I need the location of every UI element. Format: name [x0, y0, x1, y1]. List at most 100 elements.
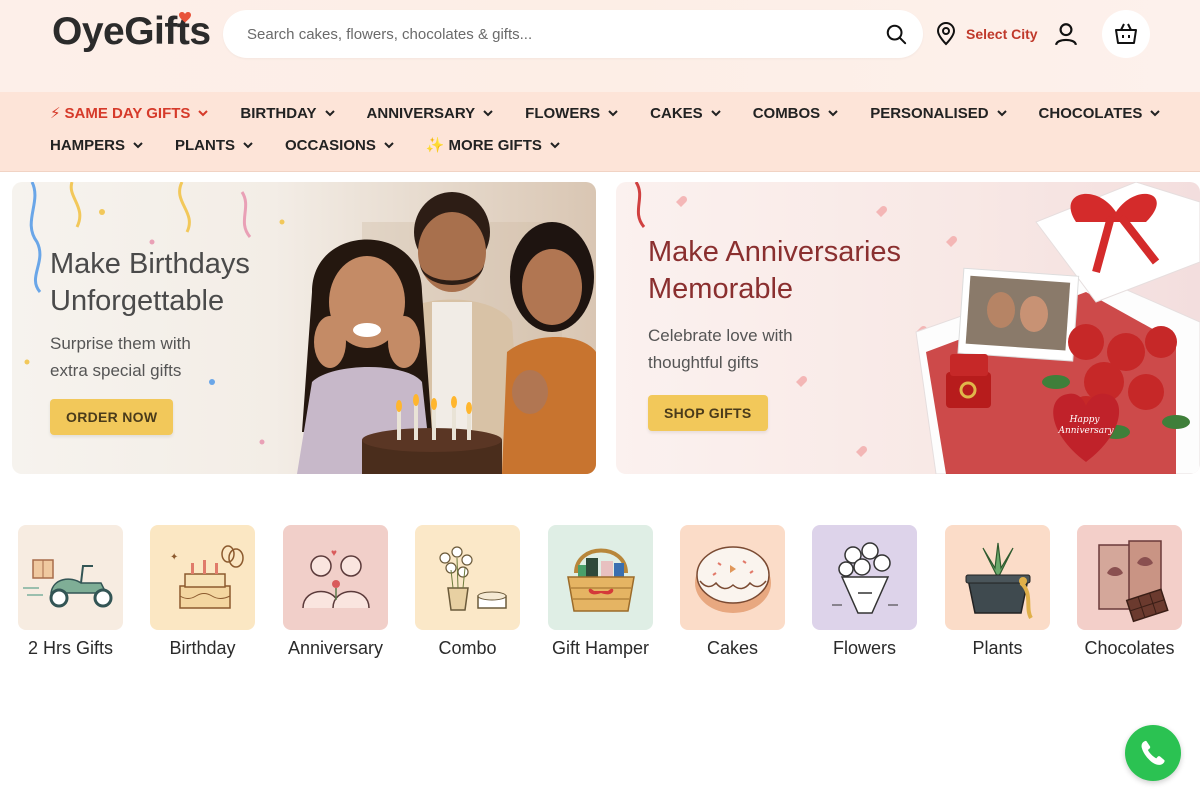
category-flowers[interactable]: Flowers [812, 525, 918, 658]
couple-icon: ♥ [283, 525, 388, 630]
banner-subtitle: Surprise them with extra special gifts [50, 330, 250, 384]
nav-item-combos[interactable]: COMBOS [753, 104, 839, 122]
bouquet-icon [812, 525, 917, 630]
category-cakes[interactable]: Cakes [680, 525, 786, 658]
user-account-icon[interactable] [1053, 21, 1079, 47]
nav-label: MORE GIFTS [448, 136, 542, 154]
search-icon[interactable] [883, 21, 909, 47]
chevron-down-icon [828, 109, 838, 116]
gift-basket-icon [548, 525, 653, 630]
banner-title-line: Unforgettable [50, 285, 225, 317]
nav-row-2: HAMPERS PLANTS OCCASIONS ✨ MORE GIFTS [50, 136, 560, 154]
banner-title-line: Make Birthdays [50, 248, 250, 280]
select-city-button[interactable]: Select City [936, 22, 1038, 46]
chevron-down-icon [483, 109, 493, 116]
anniversary-banner[interactable]: Happy Anniversary Make Anniversaries Mem… [616, 182, 1200, 474]
category-nav: ⚡ SAME DAY GIFTS BIRTHDAY ANNIVERSARY FL… [0, 92, 1200, 172]
nav-item-plants[interactable]: PLANTS [175, 136, 253, 154]
category-2-hrs-gifts[interactable]: 2 Hrs Gifts [18, 525, 124, 658]
chevron-down-icon [198, 109, 209, 116]
tag-line: Anniversary [1057, 426, 1114, 436]
nav-item-occasions[interactable]: OCCASIONS [285, 136, 394, 154]
shopping-bag-icon [1115, 23, 1137, 44]
order-now-button[interactable]: ORDER NOW [50, 399, 174, 435]
nav-label: ANNIVERSARY [366, 104, 476, 122]
category-plants[interactable]: Plants [945, 525, 1051, 658]
category-label: 2 Hrs Gifts [27, 638, 113, 658]
search-input[interactable] [247, 25, 883, 43]
chevron-down-icon [324, 109, 335, 116]
svg-text:✦: ✦ [170, 552, 178, 563]
search-bar [223, 10, 923, 58]
category-gift-hamper[interactable]: Gift Hamper [548, 525, 654, 658]
category-combo[interactable]: Combo [415, 525, 521, 658]
nav-label: HAMPERS [50, 136, 126, 154]
nav-item-personalised[interactable]: PERSONALISED [870, 104, 1007, 122]
chevron-down-icon [550, 141, 560, 148]
tag-line: Happy [1069, 415, 1101, 425]
chevron-down-icon [996, 109, 1007, 116]
nav-label: PERSONALISED [870, 104, 989, 122]
banner-subtitle: Celebrate love with thoughtful gifts [648, 322, 848, 376]
chevron-down-icon [608, 109, 618, 116]
delivery-scooter-icon [18, 525, 123, 630]
chevron-down-icon [1150, 109, 1161, 116]
site-logo[interactable]: OyeGifts [52, 10, 211, 54]
whatsapp-chat-button[interactable] [1125, 725, 1181, 781]
lightning-icon: ⚡ [50, 105, 61, 122]
nav-item-hampers[interactable]: HAMPERS [50, 136, 143, 154]
nav-item-same-day-gifts[interactable]: ⚡ SAME DAY GIFTS [50, 104, 209, 122]
select-city-label: Select City [966, 26, 1038, 42]
logo-heart-icon [179, 12, 191, 23]
birthday-banner[interactable]: Make Birthdays Unforgettable Surprise th… [12, 182, 596, 474]
banner-subtitle-line: thoughtful gifts [648, 353, 759, 372]
potted-plant-icon [945, 525, 1050, 630]
flower-vase-cake-icon [415, 525, 520, 630]
banner-title-line: Memorable [648, 273, 794, 305]
category-label: Gift Hamper [551, 638, 650, 658]
nav-label: CHOCOLATES [1038, 104, 1143, 122]
nav-item-more-gifts[interactable]: ✨ MORE GIFTS [426, 136, 560, 154]
location-pin-icon [936, 22, 956, 46]
nav-label: OCCASIONS [285, 136, 376, 154]
nav-label: CAKES [650, 104, 703, 122]
banner-title-line: Make Anniversaries [648, 236, 902, 268]
category-label: Flowers [832, 638, 896, 658]
nav-label: SAME DAY GIFTS [64, 104, 191, 122]
chevron-down-icon [243, 141, 253, 148]
chevron-down-icon [384, 141, 394, 148]
nav-label: COMBOS [752, 104, 821, 122]
category-label: Combo [438, 638, 497, 658]
sparkles-icon: ✨ [425, 137, 445, 154]
nav-item-cakes[interactable]: CAKES [650, 104, 721, 122]
site-header: OyeGifts Select City [0, 0, 1200, 92]
category-tiles: 2 Hrs Gifts ✦ Birthday ♥ Anniversary Com… [18, 525, 1188, 665]
category-birthday[interactable]: ✦ Birthday [150, 525, 256, 658]
nav-item-birthday[interactable]: BIRTHDAY [240, 104, 335, 122]
nav-item-anniversary[interactable]: ANNIVERSARY [367, 104, 494, 122]
nav-item-chocolates[interactable]: CHOCOLATES [1039, 104, 1161, 122]
category-label: Chocolates [1084, 638, 1175, 658]
birthday-cake-icon: ✦ [150, 525, 255, 630]
whatsapp-phone-icon [1141, 740, 1165, 765]
category-chocolates[interactable]: Chocolates [1077, 525, 1183, 658]
banner-subtitle-line: Celebrate love with [648, 326, 793, 345]
cart-button[interactable] [1102, 10, 1150, 58]
nav-row-1: ⚡ SAME DAY GIFTS BIRTHDAY ANNIVERSARY FL… [50, 104, 1161, 122]
shop-gifts-button[interactable]: SHOP GIFTS [648, 395, 768, 431]
cake-icon [680, 525, 785, 630]
category-label: Anniversary [287, 638, 384, 658]
category-label: Cakes [706, 638, 759, 658]
category-label: Birthday [169, 638, 236, 658]
nav-label: PLANTS [175, 136, 236, 154]
nav-item-flowers[interactable]: FLOWERS [525, 104, 618, 122]
nav-label: FLOWERS [525, 104, 601, 122]
category-label: Plants [972, 638, 1023, 658]
nav-label: BIRTHDAY [240, 104, 317, 122]
banner-title: Make Birthdays Unforgettable [50, 246, 250, 320]
banner-title: Make Anniversaries Memorable [648, 234, 901, 308]
chocolate-bar-icon [1077, 525, 1182, 630]
chevron-down-icon [710, 109, 721, 116]
chevron-down-icon [133, 141, 143, 148]
category-anniversary[interactable]: ♥ Anniversary [283, 525, 389, 658]
